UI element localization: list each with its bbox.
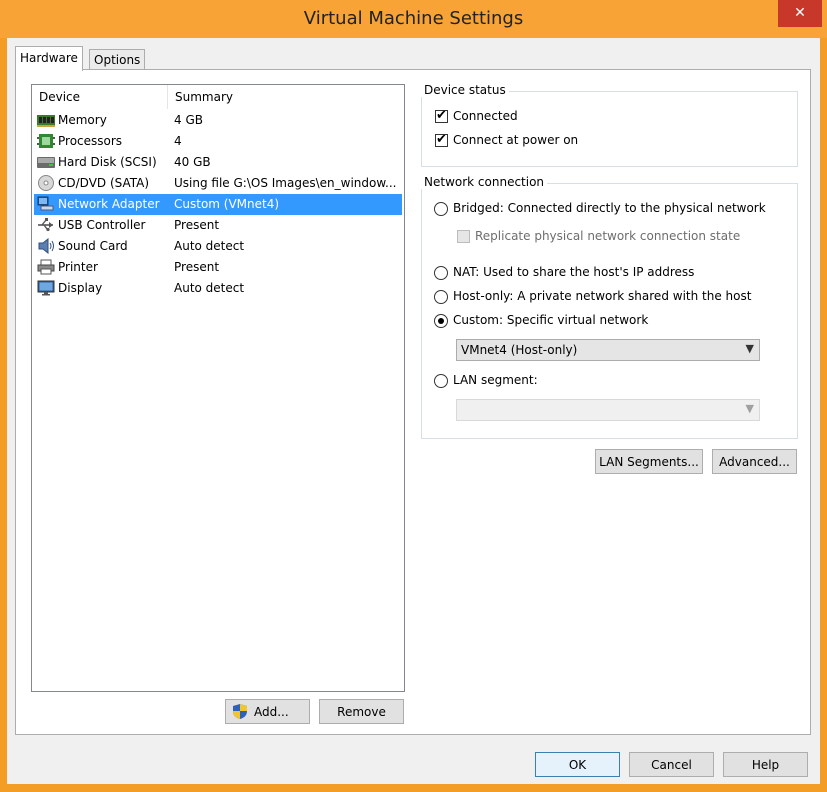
- lan-segment-radio[interactable]: [434, 374, 448, 388]
- processor-icon: [37, 134, 55, 148]
- device-row-usb-controller[interactable]: USB Controller Present: [34, 215, 402, 236]
- hard-disk-icon: [37, 157, 55, 168]
- close-icon[interactable]: ✕: [778, 0, 822, 27]
- memory-icon: [37, 115, 55, 127]
- lan-segment-select[interactable]: ▼: [456, 399, 760, 421]
- lan-segment-label[interactable]: LAN segment:: [453, 373, 538, 387]
- ok-button[interactable]: OK: [535, 752, 620, 777]
- device-row-processors[interactable]: Processors 4: [34, 131, 402, 152]
- network-adapter-icon: [37, 196, 54, 211]
- device-summary: 4: [174, 134, 182, 148]
- tab-panel-hardware: Device Summary Memory 4 GB Processors 4 …: [15, 69, 811, 735]
- device-name: USB Controller: [58, 218, 146, 232]
- device-name: Printer: [58, 260, 98, 274]
- bridged-label[interactable]: Bridged: Connected directly to the physi…: [453, 201, 766, 215]
- add-button-label: Add...: [254, 705, 289, 719]
- chevron-down-icon: ▼: [745, 342, 754, 355]
- device-name: Network Adapter: [58, 197, 160, 211]
- device-name: Display: [58, 281, 103, 295]
- window-title: Virtual Machine Settings: [303, 8, 524, 29]
- shield-icon: [233, 704, 247, 719]
- device-summary: Auto detect: [174, 281, 245, 295]
- remove-device-button[interactable]: Remove: [319, 699, 404, 724]
- device-summary: Custom (VMnet4): [174, 197, 280, 211]
- network-connection-title: Network connection: [421, 175, 548, 189]
- lan-segments-button[interactable]: LAN Segments...: [595, 449, 703, 474]
- device-summary: 4 GB: [174, 113, 203, 127]
- device-status-group: [421, 91, 798, 167]
- connected-checkbox[interactable]: [435, 108, 448, 123]
- host-only-label[interactable]: Host-only: A private network shared with…: [453, 289, 751, 303]
- replicate-state-checkbox[interactable]: [457, 230, 470, 243]
- column-header-device[interactable]: Device: [32, 85, 168, 109]
- device-row-hard-disk[interactable]: Hard Disk (SCSI) 40 GB: [34, 152, 402, 173]
- host-only-radio[interactable]: [434, 290, 448, 304]
- connect-at-power-on-checkbox[interactable]: [435, 132, 448, 147]
- device-summary: Present: [174, 260, 220, 274]
- device-status-title: Device status: [421, 83, 509, 97]
- nat-label[interactable]: NAT: Used to share the host's IP address: [453, 265, 694, 279]
- device-name: Processors: [58, 134, 123, 148]
- device-summary: 40 GB: [174, 155, 211, 169]
- help-button[interactable]: Help: [723, 752, 808, 777]
- connect-at-power-on-label[interactable]: Connect at power on: [453, 133, 578, 147]
- device-name: Sound Card: [58, 239, 128, 253]
- cd-dvd-icon: [38, 175, 54, 191]
- connected-label[interactable]: Connected: [453, 109, 518, 123]
- replicate-state-label[interactable]: Replicate physical network connection st…: [475, 229, 740, 243]
- usb-icon: [38, 218, 53, 232]
- device-summary: Auto detect: [174, 239, 245, 253]
- cancel-button[interactable]: Cancel: [629, 752, 714, 777]
- device-name: CD/DVD (SATA): [58, 176, 150, 190]
- device-row-memory[interactable]: Memory 4 GB: [34, 110, 402, 131]
- custom-radio[interactable]: [434, 314, 448, 328]
- dialog-body: Hardware Options Device Summary Memory 4…: [7, 38, 820, 784]
- device-name: Hard Disk (SCSI): [58, 155, 157, 169]
- custom-label[interactable]: Custom: Specific virtual network: [453, 313, 648, 327]
- add-device-button[interactable]: Add...: [225, 699, 310, 724]
- device-row-cd-dvd[interactable]: CD/DVD (SATA) Using file G:\OS Images\en…: [34, 173, 402, 194]
- sound-card-icon: [38, 238, 54, 254]
- device-summary: Using file G:\OS Images\en_window...: [174, 176, 397, 190]
- device-row-printer[interactable]: Printer Present: [34, 257, 402, 278]
- custom-network-select[interactable]: VMnet4 (Host-only) ▼: [456, 339, 760, 361]
- device-row-network-adapter[interactable]: Network Adapter Custom (VMnet4): [34, 194, 402, 215]
- device-summary: Present: [174, 218, 220, 232]
- device-list: Device Summary Memory 4 GB Processors 4 …: [31, 84, 405, 692]
- custom-network-value: VMnet4 (Host-only): [461, 343, 578, 357]
- device-row-sound-card[interactable]: Sound Card Auto detect: [34, 236, 402, 257]
- device-name: Memory: [58, 113, 107, 127]
- tab-hardware[interactable]: Hardware: [15, 46, 83, 71]
- advanced-button[interactable]: Advanced...: [712, 449, 797, 474]
- device-row-display[interactable]: Display Auto detect: [34, 278, 402, 299]
- tab-options[interactable]: Options: [89, 49, 146, 70]
- bridged-radio[interactable]: [434, 202, 448, 216]
- display-icon: [37, 280, 55, 296]
- chevron-down-icon: ▼: [745, 402, 754, 415]
- printer-icon: [37, 259, 55, 275]
- nat-radio[interactable]: [434, 266, 448, 280]
- column-header-summary[interactable]: Summary: [168, 85, 405, 109]
